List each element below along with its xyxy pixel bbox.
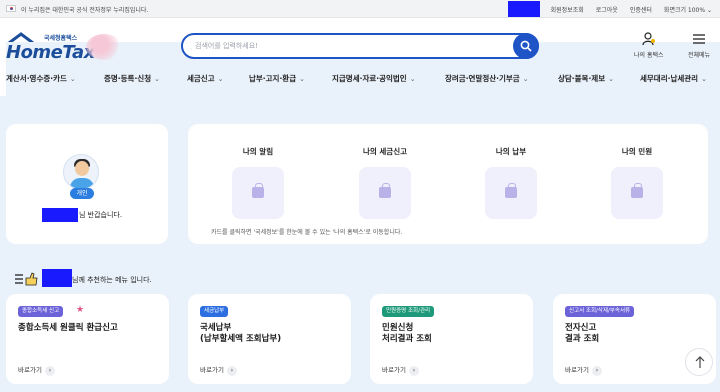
main-content: 개인 님 반갑습니다. 나의 알림 나의 세금신고 나의 납부 나의 민원 카드… — [0, 96, 720, 392]
member-info-link[interactable]: 회원정보조회 — [551, 5, 584, 14]
hometax-logo[interactable]: 국세청홈택스 HomeTax — [6, 28, 720, 338]
personal-badge: 개인 — [70, 188, 94, 199]
nav-item-incentives[interactable]: 장려금·연말정산·기부금 ⌄ — [445, 73, 529, 84]
go-link[interactable]: 바로가기 › — [18, 364, 55, 376]
top-notice-bar: 이 누리집은 대한민국 공식 전자정부 누리집입니다. 회원정보조회 로그아웃 … — [0, 0, 720, 18]
my-hometax-label: 나의 홈택스 — [634, 52, 664, 59]
logout-link[interactable]: 로그아웃 — [596, 5, 618, 14]
my-civil-requests[interactable]: 나의 민원 — [602, 146, 672, 219]
recommend-tag: 세금납부 — [200, 306, 229, 317]
arrow-up-icon — [695, 356, 705, 368]
nav-item-payment[interactable]: 납부·고지·환급 ⌄ — [249, 73, 305, 84]
all-menu-label: 전체메뉴 — [688, 52, 711, 59]
cert-center-link[interactable]: 인증센터 — [630, 5, 652, 14]
hamburger-icon — [693, 34, 706, 44]
my-hometax-button[interactable]: 나의 홈택스 — [634, 32, 664, 59]
recommend-title: 국세납부 (납부할세액 조회납부) — [200, 323, 282, 344]
lock-icon — [505, 183, 517, 198]
recommend-card-income-tax[interactable]: 종합소득세 신고 ★ 종합소득세 원클릭 환급신고 바로가기 › — [6, 294, 169, 384]
recommend-tag: 종합소득세 신고 — [18, 306, 64, 317]
lock-icon — [252, 183, 264, 198]
my-tax-filing-label: 나의 세금신고 — [362, 147, 407, 156]
star-icon: ★ — [76, 305, 85, 315]
recommend-card-civil-result[interactable]: 민원증명 조회/관리 민원신청 처리결과 조회 바로가기 › — [370, 294, 533, 384]
chevron-down-icon: ⌄ — [154, 75, 160, 83]
redacted-username — [508, 1, 540, 17]
chevron-down-icon: ⌄ — [522, 75, 529, 83]
logo-subtitle: 국세청홈택스 — [44, 35, 78, 42]
thumbs-up-icon — [15, 272, 38, 286]
top-links: 회원정보조회 로그아웃 인증센터 화면크기 100% ⌄ — [551, 5, 712, 14]
chevron-down-icon: ⌄ — [409, 75, 416, 83]
my-hometax-card: 나의 알림 나의 세금신고 나의 납부 나의 민원 카드를 클릭하면 '국세정보… — [188, 124, 708, 244]
scroll-top-button[interactable] — [685, 348, 713, 376]
search-bar[interactable]: 검색어를 입력하세요! — [181, 33, 539, 59]
screen-size-dropdown[interactable]: 화면크기 100% ⌄ — [664, 5, 712, 14]
main-nav: 계산서·영수증·카드 ⌄ 증명·등록·신청 ⌄ 세금신고 ⌄ 납부·고지·환급 ⌄ 지급… — [0, 70, 720, 88]
lock-icon — [379, 183, 391, 198]
chevron-right-icon: › — [226, 366, 237, 376]
profile-card: 개인 님 반갑습니다. — [6, 124, 168, 244]
chevron-down-icon: ⌄ — [217, 75, 224, 83]
recommend-card-tax-payment[interactable]: 세금납부 국세납부 (납부할세액 조회납부) 바로가기 › — [188, 294, 351, 384]
go-link[interactable]: 바로가기 › — [200, 364, 237, 376]
my-payment[interactable]: 나의 납부 — [476, 146, 546, 219]
my-alerts-label: 나의 알림 — [242, 147, 274, 156]
my-civil-requests-label: 나의 민원 — [621, 147, 653, 156]
go-link[interactable]: 바로가기 › — [382, 364, 419, 376]
nav-item-certificate[interactable]: 증명·등록·신청 ⌄ — [104, 73, 160, 84]
my-hometax-hint: 카드를 클릭하면 '국세정보'를 한눈에 볼 수 있는 '나의 홈택스'로 이동… — [211, 229, 403, 236]
redacted-username — [42, 269, 72, 287]
korea-flag-icon — [6, 5, 16, 12]
recommend-title: 전자신고 결과 조회 — [565, 323, 600, 344]
official-site-notice[interactable]: 이 누리집은 대한민국 공식 전자정부 누리집입니다. — [21, 5, 148, 14]
chevron-right-icon: › — [408, 366, 419, 376]
greeting-text: 님 반갑습니다. — [42, 208, 122, 222]
nav-item-invoice[interactable]: 계산서·영수증·카드 ⌄ — [6, 73, 76, 84]
recommend-tag: 민원증명 조회/관리 — [382, 306, 435, 317]
nav-item-statements[interactable]: 지급명세·자료·공익법인 ⌄ — [332, 73, 416, 84]
search-input[interactable]: 검색어를 입력하세요! — [195, 41, 258, 51]
nav-item-tax-filing[interactable]: 세금신고 ⌄ — [187, 73, 223, 84]
nav-item-consult[interactable]: 상담·불복·제보 ⌄ — [558, 73, 614, 84]
redacted-username — [42, 208, 78, 222]
search-button[interactable] — [513, 33, 539, 59]
chevron-down-icon: ⌄ — [608, 75, 614, 83]
avatar — [63, 154, 99, 190]
chevron-right-icon: › — [591, 366, 602, 376]
my-payment-label: 나의 납부 — [495, 147, 527, 156]
my-tax-filing[interactable]: 나의 세금신고 — [350, 146, 420, 219]
chevron-down-icon: ⌄ — [299, 75, 305, 83]
nav-item-tax-agent[interactable]: 세무대리·납세관리 ⌄ — [640, 73, 707, 84]
chevron-right-icon: › — [44, 366, 55, 376]
search-icon — [520, 40, 532, 52]
lock-icon — [631, 183, 643, 198]
chevron-down-icon: ⌄ — [701, 75, 707, 83]
go-link[interactable]: 바로가기 › — [565, 364, 602, 376]
recommend-title: 종합소득세 원클릭 환급신고 — [18, 323, 118, 333]
blossom-decoration — [86, 34, 122, 60]
user-key-icon — [642, 32, 655, 46]
recommend-tag: 신고서 조회/삭제/부속서류 — [565, 306, 635, 317]
my-alerts[interactable]: 나의 알림 — [223, 146, 293, 219]
recommend-title: 민원신청 처리결과 조회 — [382, 323, 432, 344]
chevron-down-icon: ⌄ — [69, 75, 76, 83]
all-menu-button[interactable]: 전체메뉴 — [688, 32, 710, 59]
